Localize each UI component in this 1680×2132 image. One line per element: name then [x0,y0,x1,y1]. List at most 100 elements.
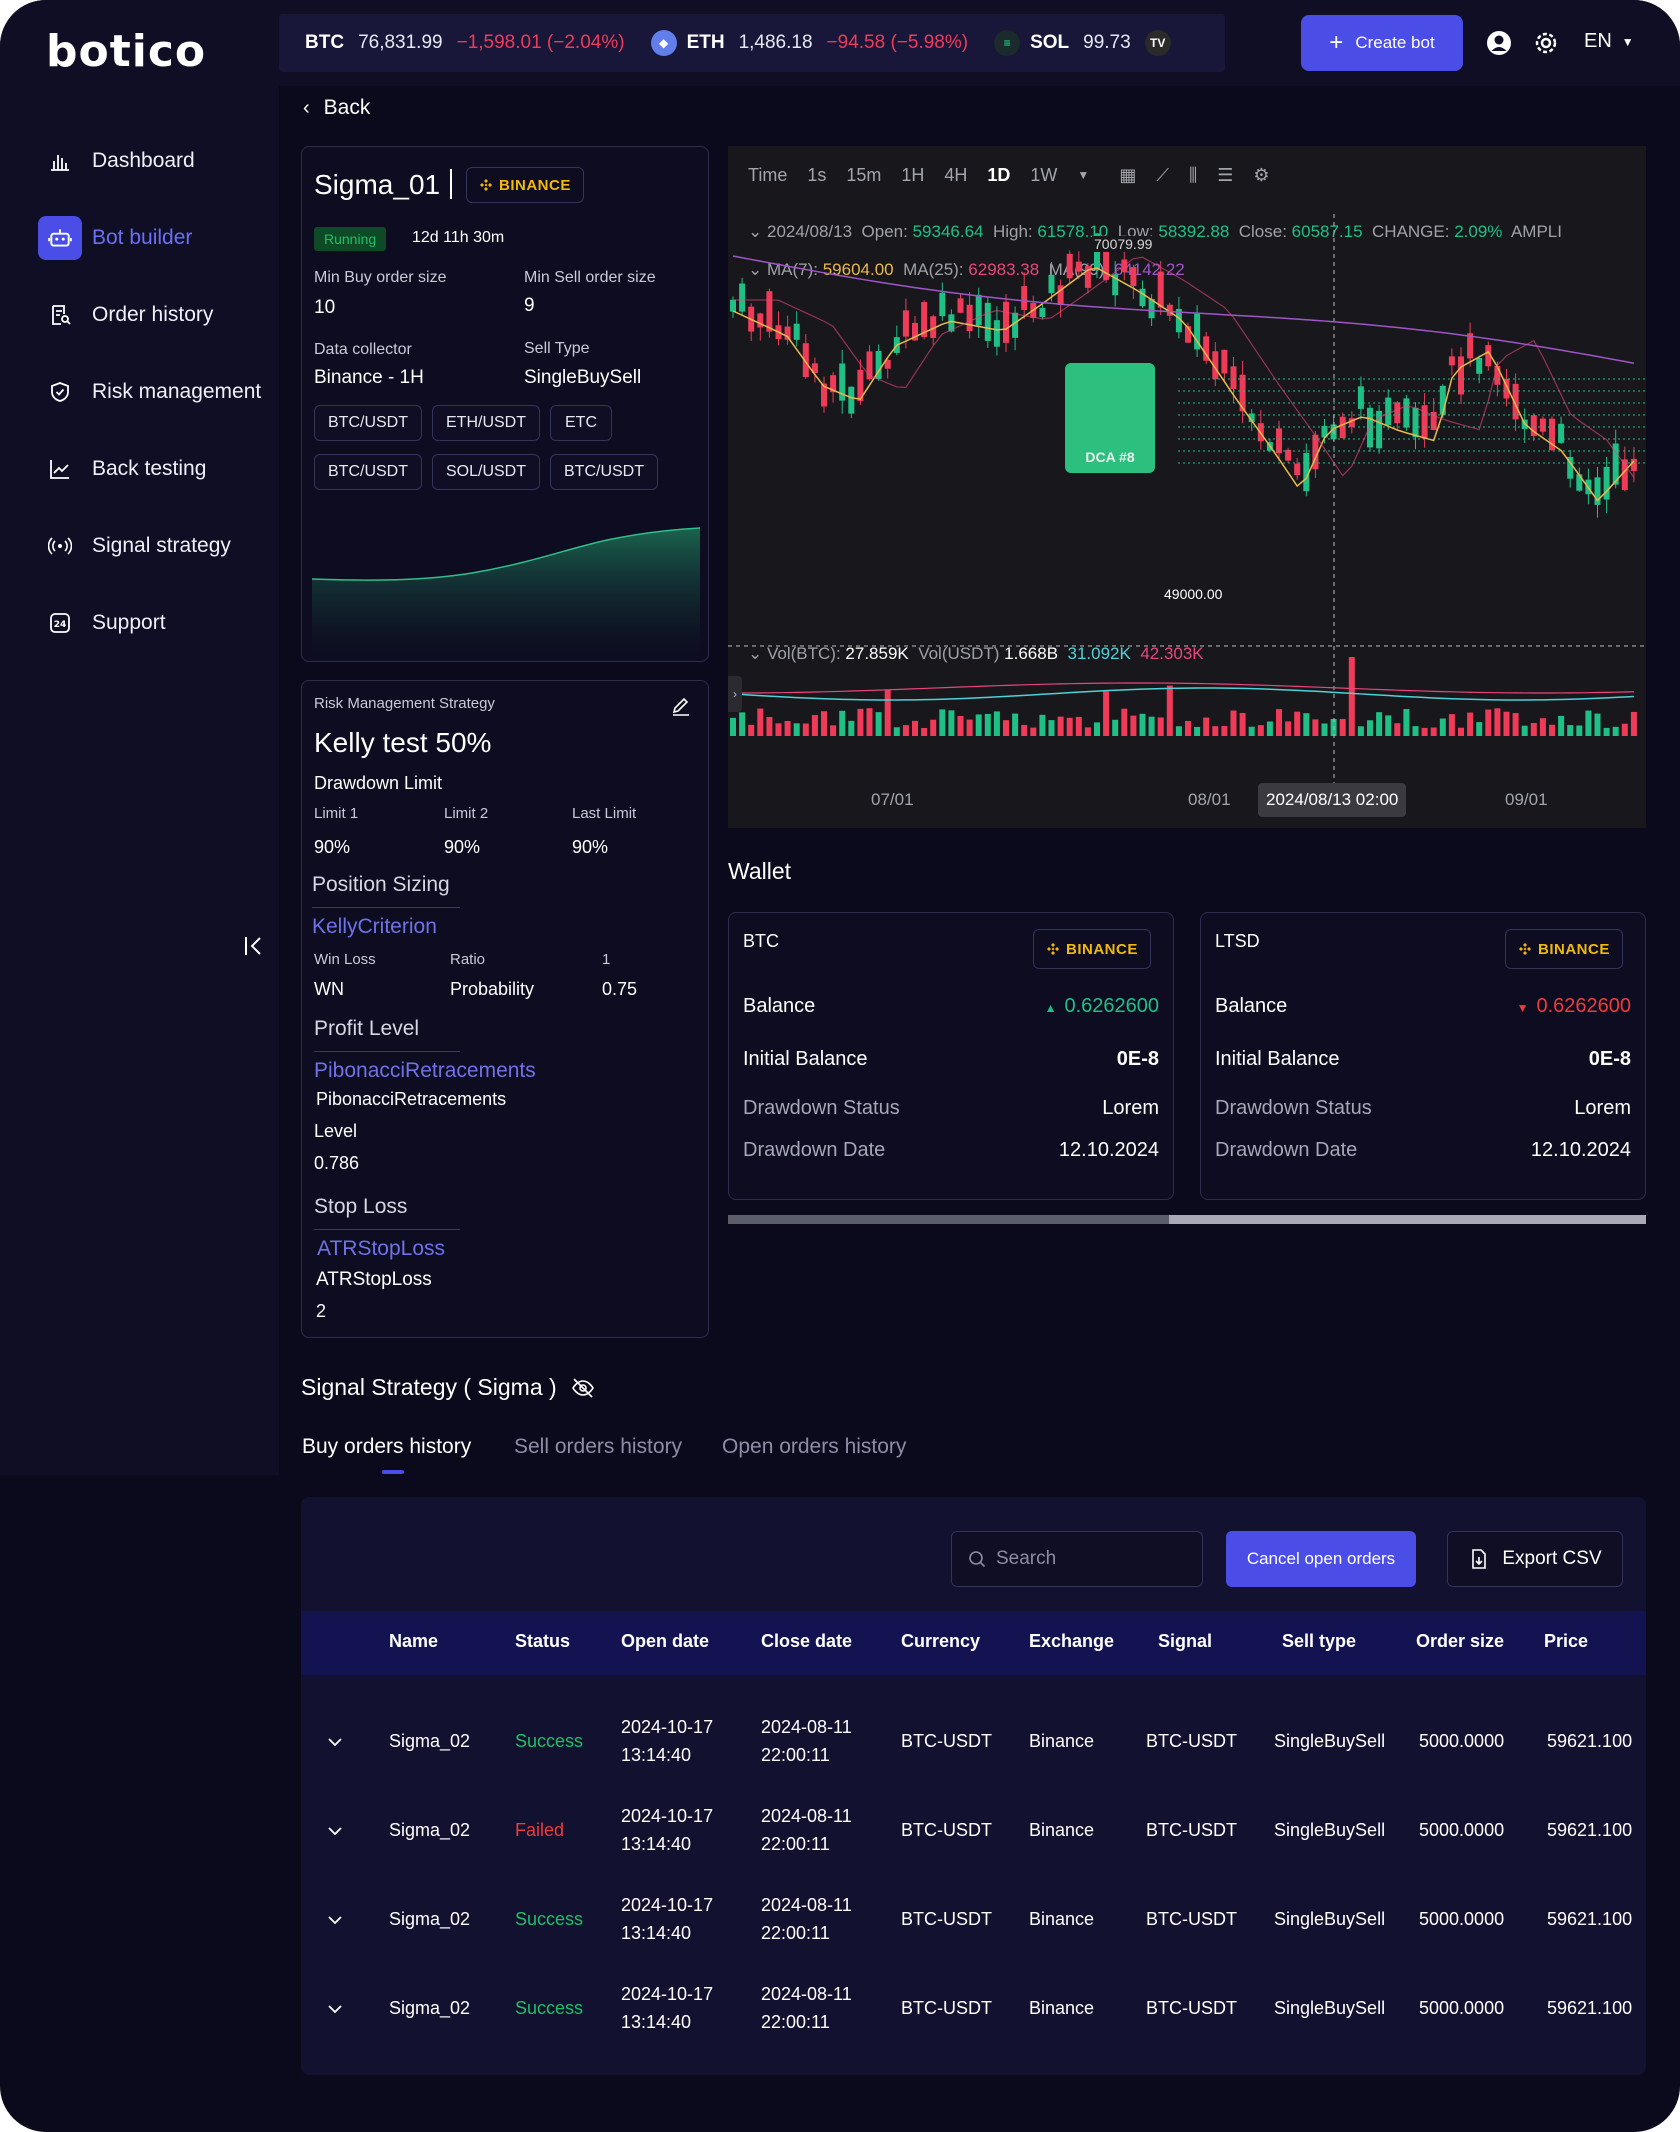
create-bot-button[interactable]: + Create bot [1301,15,1463,71]
tab-open-orders[interactable]: Open orders history [722,1435,906,1459]
collapse-sidebar-icon[interactable] [240,932,268,960]
data-collector-value: Binance - 1H [314,367,424,388]
volume-bar [1012,713,1019,736]
position-sizing-link[interactable]: KellyCriterion [312,915,437,939]
wallet-scrollbar-thumb[interactable] [728,1215,1169,1224]
drawdown-date-label: Drawdown Date [1215,1139,1358,1161]
binance-icon [1519,943,1531,955]
ticker-item-btc[interactable]: BTC 76,831.99 −1,598.01 (−2.04%) [305,32,625,54]
volume-bar [1621,723,1628,736]
column-header[interactable]: Order size [1416,1631,1504,1652]
sidebar-item-back-testing[interactable]: Back testing [38,446,206,492]
column-header[interactable]: Price [1544,1631,1588,1652]
close-time: 22:00:11 [761,1923,830,1943]
table-row[interactable]: Sigma_02 Success 2024-10-17 13:14:40 2024-08… [301,1875,1646,1964]
volume-bar [1039,714,1046,736]
sidebar-item-risk-management[interactable]: Risk management [38,369,261,415]
column-header[interactable]: Open date [621,1631,709,1652]
pair-chip[interactable]: BTC/USDT [314,454,422,490]
ticker-item-eth[interactable]: ◆ ETH 1,486.18 −94.58 (−5.98%) [650,30,968,56]
pair-chip[interactable]: SOL/USDT [432,454,540,490]
exchange-cell: Binance [1029,1820,1095,1840]
expand-panel-handle[interactable]: › [728,676,742,712]
candle-body [1603,466,1610,500]
pair-chip[interactable]: ETH/USDT [432,405,540,441]
pair-chip[interactable]: BTC/USDT [314,405,422,441]
volume-bar [1512,713,1519,736]
column-header[interactable]: Name [389,1631,438,1652]
cancel-open-orders-button[interactable]: Cancel open orders [1226,1531,1416,1587]
candle-body [1157,271,1164,308]
volume-bar [1230,710,1237,736]
edit-icon[interactable] [670,695,692,717]
sidebar-item-order-history[interactable]: Order history [38,292,213,338]
price-chart[interactable]: Time 1s 15m 1H 4H 1D 1W ▼ ▦ ⟋ ⫼ ☰ ⚙ ⌄ 20… [728,146,1646,828]
candle-body [1357,386,1364,409]
sidebar-item-support[interactable]: 24 Support [38,600,166,646]
stop-loss-name: ATRStopLoss [316,1269,432,1290]
volume-bar [1467,712,1474,736]
eye-off-icon[interactable] [571,1376,595,1400]
tab-buy-orders[interactable]: Buy orders history [302,1435,471,1459]
search-field[interactable]: Search [951,1531,1203,1587]
status-cell: Success [515,1998,584,2018]
volume-bar [1021,724,1028,736]
volume-bar [1585,710,1592,736]
profit-level-link[interactable]: PibonacciRetracements [314,1059,536,1083]
column-header[interactable]: Sell type [1282,1631,1356,1652]
settings-icon[interactable] [1531,28,1561,58]
create-bot-label: Create bot [1355,33,1435,52]
volume-bar [1458,727,1464,736]
volume-bar [921,727,928,736]
volume-bar [993,711,1000,736]
column-header[interactable]: Close date [761,1631,852,1652]
volume-bar [1303,713,1310,736]
volume-bar [1266,721,1273,736]
binance-icon [1047,943,1059,955]
ticker-item-sol[interactable]: ≡ SOL 99.73 TV [994,30,1181,56]
collapse-chevron-icon[interactable]: ⌄ [748,644,762,663]
table-row[interactable]: Sigma_02 Success 2024-10-17 13:14:40 2024-08… [301,1697,1646,1786]
volume-bar [1321,723,1328,736]
column-header[interactable]: Currency [901,1631,980,1652]
table-row[interactable]: Sigma_02 Success 2024-10-17 13:14:40 2024-08… [301,1964,1646,2053]
sidebar-item-dashboard[interactable]: Dashboard [38,138,195,184]
dca-marker[interactable]: DCA #8 [1065,363,1155,473]
language-select[interactable]: EN ▼ [1584,30,1634,53]
volume-bar [1139,713,1146,736]
table-row[interactable]: Sigma_02 Failed 2024-10-17 13:14:40 2024-08-… [301,1786,1646,1875]
back-link[interactable]: ‹ Back [303,96,370,120]
sidebar-item-signal-strategy[interactable]: Signal strategy [38,523,231,569]
candle-body [966,304,973,332]
ps-value: 0.75 [602,979,638,999]
column-header[interactable]: Signal [1158,1631,1212,1652]
wallet-scrollbar[interactable] [728,1215,1646,1224]
top-bar: botico BTC 76,831.99 −1,598.01 (−2.04%) … [0,0,1680,86]
tab-sell-orders[interactable]: Sell orders history [514,1435,682,1459]
vol-usdt-label: Vol(USDT) [918,644,1000,663]
column-header[interactable]: Status [515,1631,570,1652]
user-icon[interactable] [1484,28,1514,58]
volume-bar [1367,720,1373,736]
volume-bar [1339,718,1346,736]
expand-row-chevron-icon[interactable] [325,1910,345,1930]
ticker-price: 1,486.18 [738,32,813,53]
app-logo[interactable]: botico [46,26,206,77]
pair-chip[interactable]: ETC [550,405,612,441]
open-date-cell: 2024-10-17 13:14:40 [621,1713,713,1769]
expand-row-chevron-icon[interactable] [325,1821,345,1841]
expand-row-chevron-icon[interactable] [325,1732,345,1752]
drawdown-date-value: 12.10.2024 [1530,1139,1631,1161]
candle-body [902,310,909,337]
candle-body [1294,463,1301,476]
price-ticker: BTC 76,831.99 −1,598.01 (−2.04%) ◆ ETH 1… [279,14,1225,72]
stop-loss-link[interactable]: ATRStopLoss [317,1237,445,1261]
export-csv-button[interactable]: Export CSV [1447,1531,1623,1587]
divider [450,169,452,199]
sidebar-item-bot-builder[interactable]: Bot builder [38,215,192,261]
volume-bar [1257,725,1264,736]
expand-row-chevron-icon[interactable] [325,1999,345,2019]
pair-chip[interactable]: BTC/USDT [550,454,658,490]
volume-readout: ⌄ Vol(BTC): 27.859K Vol(USDT) 1.668B 31.… [748,644,1204,664]
column-header[interactable]: Exchange [1029,1631,1114,1652]
